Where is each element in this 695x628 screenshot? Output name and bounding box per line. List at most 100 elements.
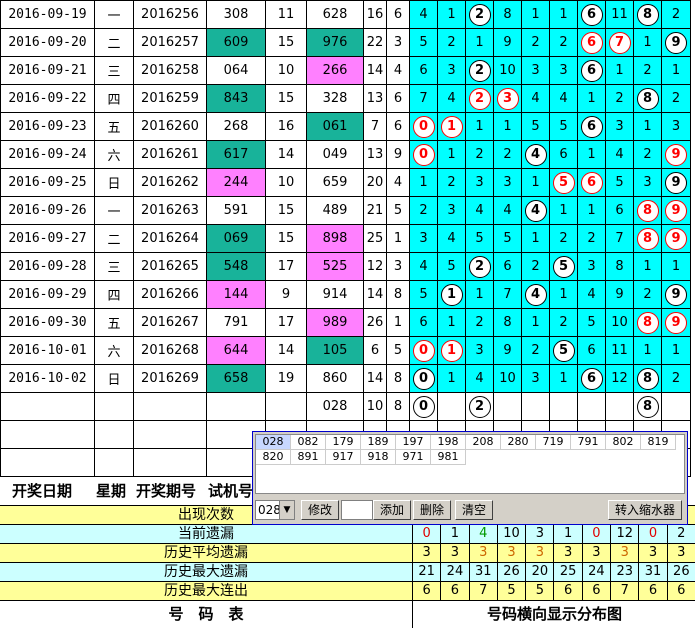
miss-cell: 5 [493, 224, 522, 253]
miss-cell: 2 [549, 28, 578, 57]
trial-list-item[interactable]: 971 [396, 450, 431, 465]
trial-list-item[interactable]: 802 [606, 435, 641, 450]
trial-list-item[interactable]: 820 [256, 450, 291, 465]
empty-cell [0, 448, 95, 477]
clear-button[interactable]: 清空 [455, 500, 493, 520]
chevron-down-icon[interactable]: ▼ [279, 501, 294, 519]
trial-sum: 14 [265, 336, 307, 365]
miss-cell: 11 [605, 336, 634, 365]
delete-button[interactable]: 删除 [413, 500, 451, 520]
trial-number: 064 [206, 56, 266, 85]
hit-ball: 1 [440, 115, 463, 138]
miss-cell: 1 [577, 84, 606, 113]
weekday: 一 [94, 0, 134, 29]
stats-value: 5 [496, 582, 525, 600]
stats-row: 历史平均遗漏 3 3 3 3 3 3 3 3 3 3 [0, 543, 695, 562]
miss-cell: 1 [437, 364, 466, 393]
hit-ball: 7 [608, 31, 631, 54]
trial-list-item[interactable]: 917 [326, 450, 361, 465]
trial-list-item[interactable]: 028 [256, 435, 291, 450]
miss-cell: 1 [493, 112, 522, 141]
table-row: 2016-10-01 六 2016268 644 14 105 6 5 0 1 3 9 2 5 6 11 1 1 [0, 336, 691, 365]
table-row: 2016-09-24 六 2016261 617 14 049 13 9 0 1 2 2 4 6 1 4 2 9 [0, 140, 691, 169]
draw-date: 2016-10-01 [0, 336, 95, 365]
draw-span: 6 [386, 112, 410, 141]
draw-sum: 16 [363, 0, 387, 29]
table-row: 2016-09-25 日 2016262 244 10 659 20 4 1 2 3 3 1 5 6 5 3 9 [0, 168, 691, 197]
trial-cell [605, 392, 634, 421]
draw-date: 2016-09-21 [0, 56, 95, 85]
stats-value: 25 [553, 563, 581, 581]
weekday: 六 [94, 336, 134, 365]
trial-number: 244 [206, 168, 266, 197]
draw-date: 2016-09-23 [0, 112, 95, 141]
trial-draw-sum: 10 [363, 392, 387, 421]
trial-list-item[interactable]: 189 [361, 435, 396, 450]
stats-value: 26 [496, 563, 525, 581]
miss-cell: 2 [521, 28, 550, 57]
trial-list-item[interactable]: 280 [501, 435, 536, 450]
number-select[interactable]: 028 ▼ [255, 500, 295, 520]
trial-list-item[interactable]: 918 [361, 450, 396, 465]
miss-cell: 4 [521, 196, 550, 225]
modify-button[interactable]: 修改 [301, 500, 339, 520]
trial-list-item[interactable]: 891 [291, 450, 326, 465]
weekday: 三 [94, 252, 134, 281]
add-button[interactable]: 添加 [373, 500, 411, 520]
draw-date: 2016-09-26 [0, 196, 95, 225]
miss-cell: 1 [661, 56, 691, 85]
stats-value: 3 [610, 544, 638, 562]
trial-list-item[interactable]: 981 [431, 450, 466, 465]
miss-cell: 2 [465, 252, 494, 281]
miss-cell: 2 [521, 336, 550, 365]
miss-cell: 4 [437, 84, 466, 113]
weekday: 二 [94, 224, 134, 253]
hit-ball: 6 [580, 59, 603, 82]
stats-value: 4 [468, 525, 497, 543]
trial-list-item[interactable]: 082 [291, 435, 326, 450]
miss-cell: 2 [465, 84, 494, 113]
draw-number: 489 [306, 196, 364, 225]
draw-sum: 6 [363, 336, 387, 365]
trial-number-list[interactable]: 028 082 179 189 197 198 208 280 719 791 802 819 820 8… [255, 434, 685, 494]
miss-cell: 2 [661, 0, 691, 29]
hit-ball: 3 [496, 87, 519, 110]
miss-cell: 1 [661, 252, 691, 281]
number-select-value: 028 [258, 503, 281, 517]
trial-list-item[interactable]: 197 [396, 435, 431, 450]
trial-number: 268 [206, 112, 266, 141]
trial-number: 069 [206, 224, 266, 253]
issue-number: 2016261 [133, 140, 207, 169]
miss-cell: 9 [661, 28, 691, 57]
empty-cell [133, 420, 207, 449]
miss-cell: 1 [409, 168, 438, 197]
trial-list-item[interactable]: 208 [466, 435, 501, 450]
draw-sum: 14 [363, 280, 387, 309]
draw-number: 061 [306, 112, 364, 141]
trial-cell [493, 392, 522, 421]
miss-cell: 9 [605, 280, 634, 309]
miss-cell: 2 [661, 84, 691, 113]
table-row: 2016-09-20 二 2016257 609 15 976 22 3 5 2 1 9 2 2 6 7 1 9 [0, 28, 691, 57]
miss-cell: 1 [437, 280, 466, 309]
trial-list-item[interactable]: 819 [641, 435, 676, 450]
miss-cell: 9 [493, 28, 522, 57]
trial-list-item[interactable]: 198 [431, 435, 466, 450]
number-input[interactable] [341, 500, 373, 520]
draw-number: 049 [306, 140, 364, 169]
miss-cell: 1 [661, 336, 691, 365]
trial-list-item[interactable]: 179 [326, 435, 361, 450]
lottery-trend-window: 2016-09-19 一 2016256 308 11 628 16 6 4 1 2 8 1 1 6 11 8 2… [0, 0, 695, 628]
miss-cell: 5 [577, 308, 606, 337]
hit-ball: 6 [580, 171, 603, 194]
trial-list-item[interactable]: 791 [571, 435, 606, 450]
transfer-to-reducer-button[interactable]: 转入缩水器 [608, 500, 682, 520]
miss-cell: 6 [577, 0, 606, 29]
draw-sum: 25 [363, 224, 387, 253]
stats-values: 0 1 4 10 3 1 0 12 0 2 [412, 525, 695, 543]
trial-list-item[interactable]: 719 [536, 435, 571, 450]
draw-span: 4 [386, 168, 410, 197]
stats-value: 0 [638, 525, 666, 543]
miss-cell: 5 [549, 336, 578, 365]
miss-cell: 8 [633, 0, 662, 29]
